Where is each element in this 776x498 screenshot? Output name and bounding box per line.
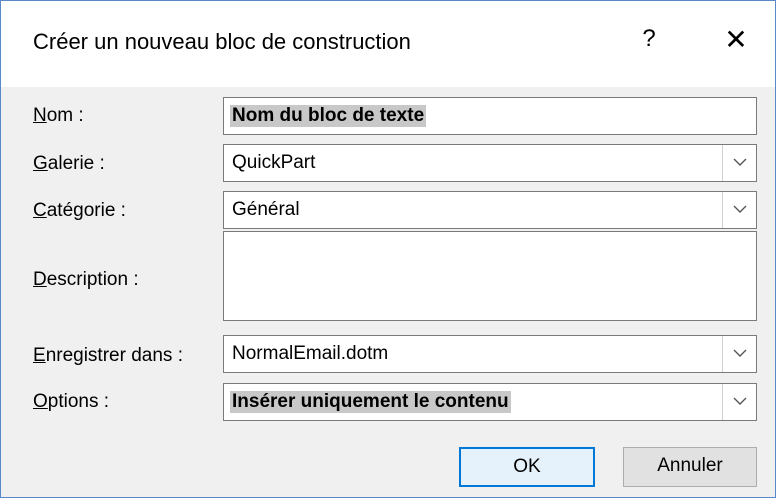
save-in-value: NormalEmail.dotm	[232, 343, 389, 364]
cancel-button[interactable]: Annuler	[623, 447, 757, 487]
ok-button[interactable]: OK	[459, 447, 595, 487]
name-label: Nom :	[33, 105, 84, 126]
dialog-title: Créer un nouveau bloc de construction	[33, 29, 411, 54]
options-dropdown[interactable]: Insérer uniquement le contenu	[223, 383, 757, 421]
save-in-dropdown-arrow[interactable]	[722, 336, 756, 372]
options-value: Insérer uniquement le contenu	[230, 391, 511, 413]
gallery-value: QuickPart	[232, 152, 316, 173]
save-in-label: Enregistrer dans :	[33, 345, 183, 366]
chevron-down-icon	[733, 349, 747, 357]
save-in-dropdown[interactable]: NormalEmail.dotm	[223, 335, 757, 373]
description-label: Description :	[33, 269, 139, 290]
options-dropdown-arrow[interactable]	[722, 384, 756, 420]
chevron-down-icon	[733, 158, 747, 166]
gallery-dropdown[interactable]: QuickPart	[223, 144, 757, 182]
title-bar: Créer un nouveau bloc de construction ? …	[1, 1, 775, 87]
create-building-block-dialog: Créer un nouveau bloc de construction ? …	[0, 0, 776, 498]
name-value: Nom du bloc de texte	[230, 105, 427, 127]
chevron-down-icon	[733, 397, 747, 405]
options-label: Options :	[33, 391, 110, 412]
close-button[interactable]: ✕	[719, 23, 753, 57]
category-dropdown[interactable]: Général	[223, 191, 757, 229]
gallery-dropdown-arrow[interactable]	[722, 145, 756, 181]
description-textarea[interactable]	[223, 231, 757, 321]
name-input[interactable]: Nom du bloc de texte	[223, 97, 757, 135]
category-value: Général	[232, 199, 300, 220]
help-button[interactable]: ?	[637, 25, 661, 53]
category-label: Catégorie :	[33, 200, 126, 221]
chevron-down-icon	[733, 205, 747, 213]
gallery-label: Galerie :	[33, 153, 105, 174]
category-dropdown-arrow[interactable]	[722, 192, 756, 228]
